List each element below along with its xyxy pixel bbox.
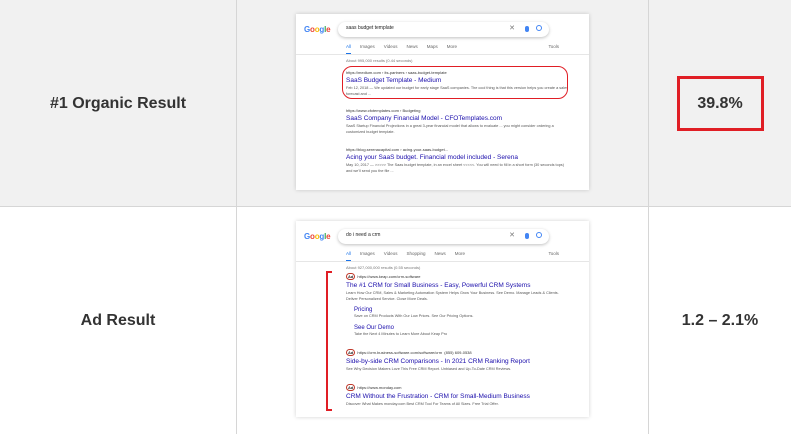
search-icon	[536, 25, 542, 31]
tab-news: News	[406, 44, 418, 49]
serp-screenshot-ad: Google do i need a crm ✕ All Images Vide…	[296, 221, 589, 417]
tabs-divider	[296, 54, 589, 55]
search-query: saas budget template	[346, 25, 394, 31]
tab-more: More	[454, 251, 466, 256]
tab-all: All	[346, 251, 352, 261]
serp-tabs: All Images Videos Shopping News More Too…	[346, 251, 559, 261]
mic-icon	[525, 26, 529, 32]
search-result: https://www.cfotemplates.com › Budgeting…	[346, 108, 571, 135]
sitelink-title: Pricing	[354, 307, 373, 313]
sitelink-title: See Our Demo	[354, 325, 395, 331]
search-icon	[536, 232, 542, 238]
sitelink: See Our Demo Take the Next 4 Minutes to …	[354, 325, 554, 336]
google-logo: Google	[304, 232, 331, 241]
result-snippet: May 10, 2017 — >>>>> The Saas budget tem…	[346, 163, 564, 173]
ad-badge: Ad	[346, 273, 356, 280]
ad-result: Ad https://www.keap.com/crm-software The …	[346, 273, 571, 302]
result-title: CRM Without the Frustration - CRM for Sm…	[346, 393, 530, 400]
search-query: do i need a crm	[346, 232, 381, 238]
result-url: https://blog.serenacapital.com › acing-y…	[346, 147, 449, 152]
ad-result: Ad https://crm.business-software.com/soft…	[346, 349, 571, 373]
serp-screenshot-organic: Google saas budget template ✕ All Images…	[296, 14, 589, 190]
result-snippet: SaaS Startup Financial Projections in a …	[346, 124, 554, 134]
ad-bracket	[326, 271, 332, 411]
tab-videos: Videos	[383, 251, 398, 256]
result-snippet: Discover What Makes monday.com Best CRM …	[346, 402, 499, 406]
tools-link: Tools	[548, 251, 559, 256]
tab-images: Images	[360, 251, 375, 256]
result-url: Ad https://crm.business-software.com/soft…	[346, 349, 472, 356]
result-url: Ad https://www.monday.com	[346, 384, 402, 391]
ad-badge: Ad	[346, 349, 356, 356]
mic-icon	[525, 233, 529, 239]
clear-icon: ✕	[509, 25, 515, 32]
ad-badge: Ad	[346, 384, 356, 391]
ad-result: Ad https://www.monday.com CRM Without the…	[346, 384, 571, 408]
comparison-table: #1 Organic Result 39.8% Google saas budg…	[0, 0, 791, 434]
result-stats: About 995,000 results (0.44 seconds)	[346, 58, 413, 63]
result-snippet: Learn How Our CRM, Sales & Marketing Aut…	[346, 291, 559, 301]
tab-shopping: Shopping	[406, 251, 426, 256]
tab-news: News	[434, 251, 446, 256]
tabs-divider	[296, 261, 589, 262]
row-label-ad: Ad Result	[80, 311, 156, 329]
tab-maps: Maps	[426, 44, 438, 49]
result-url: Ad https://www.keap.com/crm-software	[346, 273, 421, 280]
tools-link: Tools	[548, 44, 559, 49]
column-divider	[236, 0, 237, 434]
result-url: https://www.cfotemplates.com › Budgeting	[346, 108, 421, 113]
result-title: Acing your SaaS budget. Financial model …	[346, 154, 518, 161]
clear-icon: ✕	[509, 232, 515, 239]
serp-tabs: All Images Videos News Maps More Tools	[346, 44, 559, 54]
tab-images: Images	[360, 44, 375, 49]
sitelink: Pricing Save on CRM Products With Our Lo…	[354, 307, 554, 318]
sitelink-snippet: Save on CRM Products With Our Low Prices…	[354, 314, 474, 318]
tab-more: More	[446, 44, 458, 49]
search-box: saas budget template ✕	[338, 22, 549, 37]
ad-phone: (855) 609-0538	[444, 350, 472, 355]
highlight-box: 39.8%	[676, 76, 764, 131]
search-box: do i need a crm ✕	[338, 229, 549, 244]
tab-all: All	[346, 44, 352, 54]
search-result: https://blog.serenacapital.com › acing-y…	[346, 147, 571, 174]
sitelink-snippet: Take the Next 4 Minutes to Learn More Ab…	[354, 332, 448, 336]
row-label-organic: #1 Organic Result	[49, 94, 187, 112]
ctr-value-organic: 39.8%	[697, 94, 743, 112]
highlight-oval	[342, 66, 568, 99]
tab-videos: Videos	[383, 44, 398, 49]
google-logo: Google	[304, 25, 331, 34]
result-title: SaaS Company Financial Model - CFOTempla…	[346, 115, 503, 122]
result-title: The #1 CRM for Small Business - Easy, Po…	[346, 282, 531, 289]
result-title: Side-by-side CRM Comparisons - In 2021 C…	[346, 358, 530, 365]
result-snippet: See Why Decision Makers Love This Free C…	[346, 367, 512, 371]
ctr-value-ad: 1.2 – 2.1%	[681, 311, 759, 329]
value-cell-organic: 39.8%	[649, 0, 791, 207]
result-stats: About 927,000,000 results (0.55 seconds)	[346, 265, 421, 270]
